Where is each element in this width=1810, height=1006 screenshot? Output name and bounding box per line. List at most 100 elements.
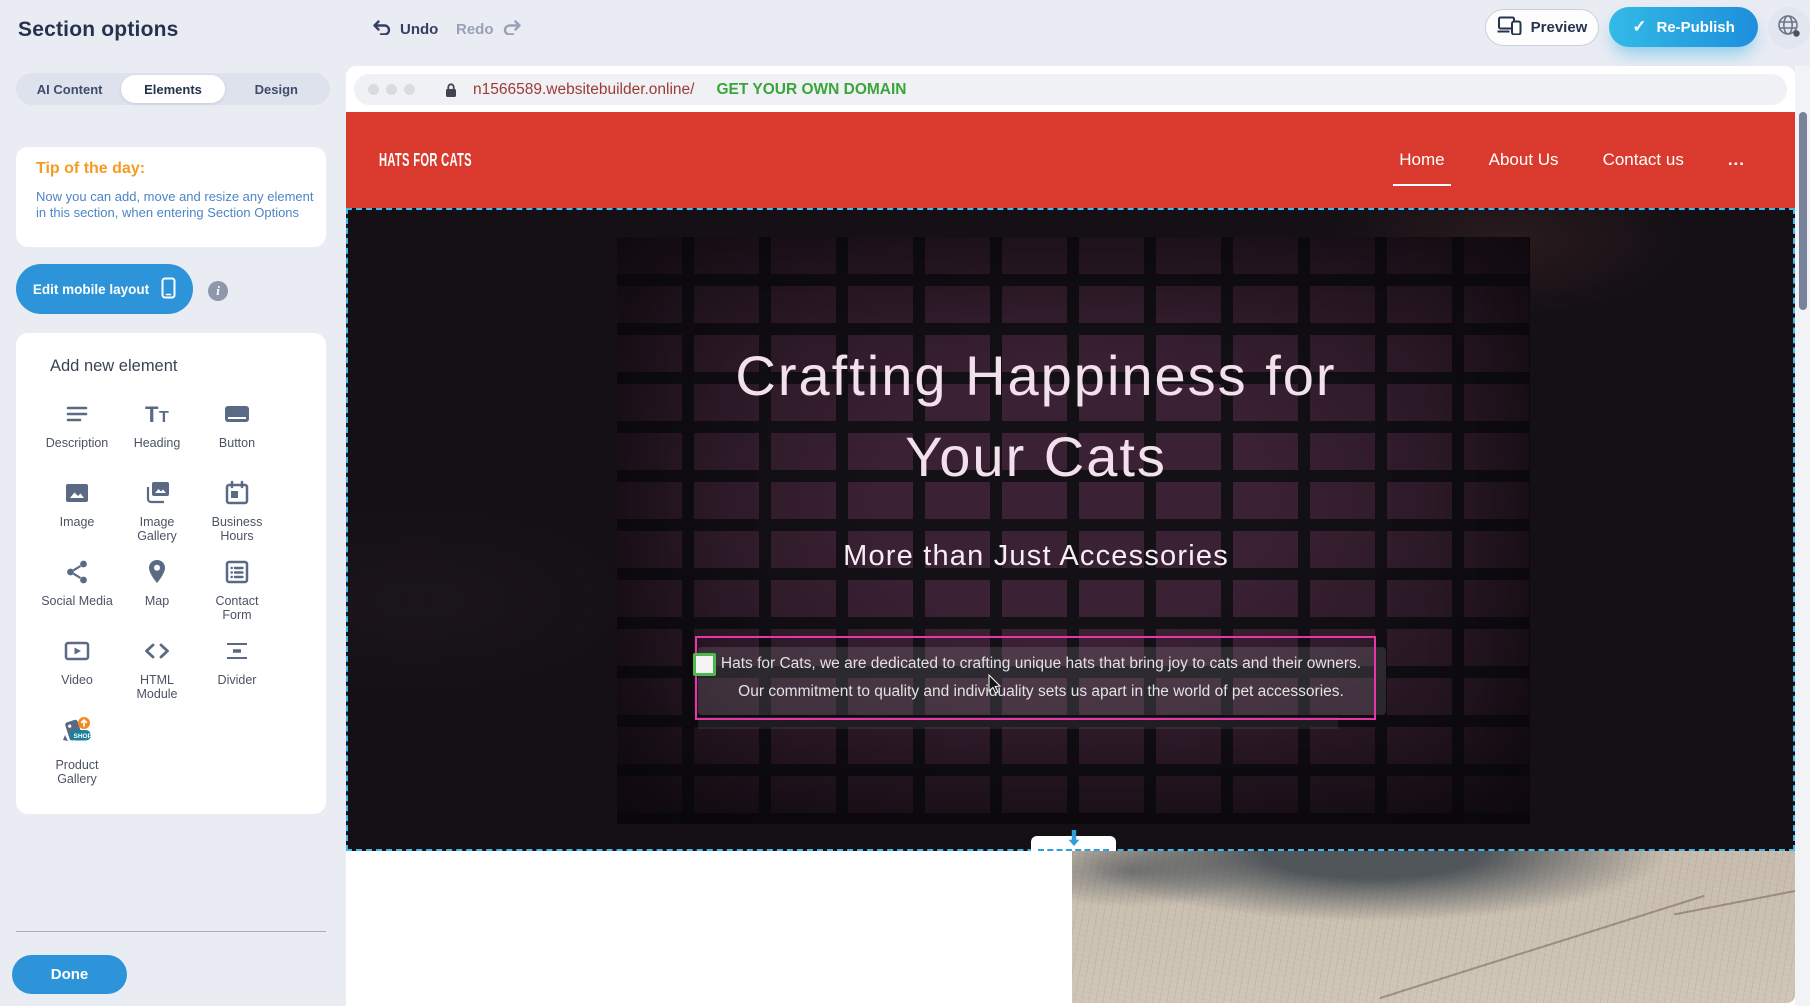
hero-section-selected[interactable]: Crafting Happiness for Your Cats More th…	[346, 208, 1795, 851]
globe-icon	[1776, 13, 1802, 44]
element-label: Divider	[200, 673, 274, 687]
tab-ai-content[interactable]: AI Content	[18, 75, 121, 103]
section-options-tabs: AI Content Elements Design	[16, 73, 330, 105]
window-dot-icon	[404, 84, 415, 95]
description-icon	[60, 397, 94, 431]
tip-of-the-day-card: Tip of the day: Now you can add, move an…	[16, 147, 326, 247]
add-element-product-gallery[interactable]: SHOP Product Gallery	[37, 709, 117, 788]
contact-form-icon	[220, 555, 254, 589]
language-globe-button[interactable]	[1768, 7, 1810, 49]
pavement-seam	[1380, 895, 1705, 999]
map-pin-icon	[140, 555, 174, 589]
hero-paragraph[interactable]: Hats for Cats, we are dedicated to craft…	[703, 650, 1379, 706]
element-drag-handle[interactable]	[693, 653, 716, 676]
add-element-button[interactable]: Button	[197, 393, 277, 472]
image-icon	[60, 476, 94, 510]
element-label: HTML Module	[120, 673, 194, 701]
element-label: Product Gallery	[40, 758, 114, 786]
redo-button[interactable]: Redo	[456, 19, 522, 39]
devices-icon	[1497, 16, 1522, 39]
mouse-cursor-icon	[988, 674, 1003, 698]
svg-text:T: T	[159, 409, 169, 426]
mobile-phone-icon	[161, 277, 176, 302]
nav-item-contact-us[interactable]: Contact us	[1601, 144, 1686, 176]
tab-design[interactable]: Design	[225, 75, 328, 103]
browser-url-bar[interactable]: n1566589.websitebuilder.online/ GET YOUR…	[354, 74, 1787, 105]
svg-text:T: T	[145, 402, 159, 427]
element-label: Social Media	[40, 594, 114, 608]
preview-label: Preview	[1531, 19, 1588, 36]
add-element-map[interactable]: Map	[117, 551, 197, 630]
element-label: Business Hours	[200, 515, 274, 543]
add-element-image[interactable]: Image	[37, 472, 117, 551]
heading-icon: TT	[140, 397, 174, 431]
tip-title: Tip of the day:	[36, 160, 145, 178]
hero-heading-line-1: Crafting Happiness for	[596, 335, 1476, 416]
element-label: Description	[40, 436, 114, 450]
info-icon[interactable]: i	[208, 281, 228, 301]
republish-button[interactable]: ✓ Re-Publish	[1609, 7, 1758, 47]
edit-mobile-layout-button[interactable]: Edit mobile layout	[16, 264, 193, 314]
business-hours-icon	[220, 476, 254, 510]
pavement-seam	[1674, 873, 1795, 916]
hero-heading[interactable]: Crafting Happiness for Your Cats	[596, 335, 1476, 497]
undo-label: Undo	[400, 21, 438, 38]
window-dot-icon	[368, 84, 379, 95]
hero-heading-line-2: Your Cats	[596, 416, 1476, 497]
lock-icon	[444, 82, 458, 98]
add-element-title: Add new element	[50, 357, 178, 376]
add-element-business-hours[interactable]: Business Hours	[197, 472, 277, 551]
add-element-contact-form[interactable]: Contact Form	[197, 551, 277, 630]
window-dot-icon	[386, 84, 397, 95]
button-icon	[220, 397, 254, 431]
paragraph-line-2: Our commitment to quality and individual…	[703, 678, 1379, 706]
image-gallery-icon	[140, 476, 174, 510]
page-title: Section options	[18, 18, 179, 42]
add-element-html-module[interactable]: HTML Module	[117, 630, 197, 709]
next-section[interactable]	[346, 851, 1795, 1006]
add-element-panel: Add new element Description TT Heading B…	[16, 333, 326, 814]
tab-elements[interactable]: Elements	[121, 75, 224, 103]
hero-subtitle[interactable]: More than Just Accessories	[596, 540, 1476, 573]
sidebar-divider	[16, 931, 326, 932]
site-logo[interactable]: HATS FOR CATS	[379, 150, 472, 171]
undo-icon	[372, 19, 392, 39]
add-element-heading[interactable]: TT Heading	[117, 393, 197, 472]
element-label: Heading	[120, 436, 194, 450]
add-element-image-gallery[interactable]: Image Gallery	[117, 472, 197, 551]
nav-item-home[interactable]: Home	[1397, 144, 1446, 176]
add-element-social-media[interactable]: Social Media	[37, 551, 117, 630]
redo-label: Redo	[456, 21, 494, 38]
add-element-grid: Description TT Heading Button Image	[37, 393, 277, 788]
element-label: Map	[120, 594, 194, 608]
pavement-photo	[1072, 851, 1795, 1003]
tip-line-1: Now you can add, move and resize any ele…	[36, 189, 314, 205]
code-icon	[140, 634, 174, 668]
nav-more-ellipsis[interactable]: ...	[1726, 144, 1747, 176]
nav-item-about-us[interactable]: About Us	[1487, 144, 1561, 176]
republish-label: Re-Publish	[1656, 19, 1734, 36]
undo-button[interactable]: Undo	[372, 19, 438, 39]
redo-icon	[502, 19, 522, 39]
edit-mobile-label: Edit mobile layout	[33, 282, 149, 297]
element-label: Image Gallery	[120, 515, 194, 543]
element-label: Video	[40, 673, 114, 687]
app-root: Section options Undo Redo Preview ✓ Re-P…	[0, 0, 1810, 1006]
hero-vignette	[617, 237, 1530, 824]
get-your-own-domain-link[interactable]: GET YOUR OWN DOMAIN	[716, 81, 906, 99]
preview-button[interactable]: Preview	[1485, 9, 1599, 46]
element-label: Contact Form	[200, 594, 274, 622]
product-gallery-shop-icon: SHOP	[57, 713, 97, 753]
done-button[interactable]: Done	[12, 955, 127, 994]
site-canvas: HATS FOR CATS Home About Us Contact us .…	[346, 112, 1795, 1006]
arrow-down-icon	[1066, 830, 1082, 851]
add-element-description[interactable]: Description	[37, 393, 117, 472]
add-element-video[interactable]: Video	[37, 630, 117, 709]
hero-background-tiles	[617, 237, 1530, 824]
scrollbar-thumb[interactable]	[1799, 112, 1807, 310]
add-element-divider[interactable]: Divider	[197, 630, 277, 709]
site-nav: Home About Us Contact us ...	[1397, 112, 1747, 208]
site-url: n1566589.websitebuilder.online/	[473, 81, 694, 99]
paragraph-line-1: Hats for Cats, we are dedicated to craft…	[703, 650, 1379, 678]
element-label: Button	[200, 436, 274, 450]
